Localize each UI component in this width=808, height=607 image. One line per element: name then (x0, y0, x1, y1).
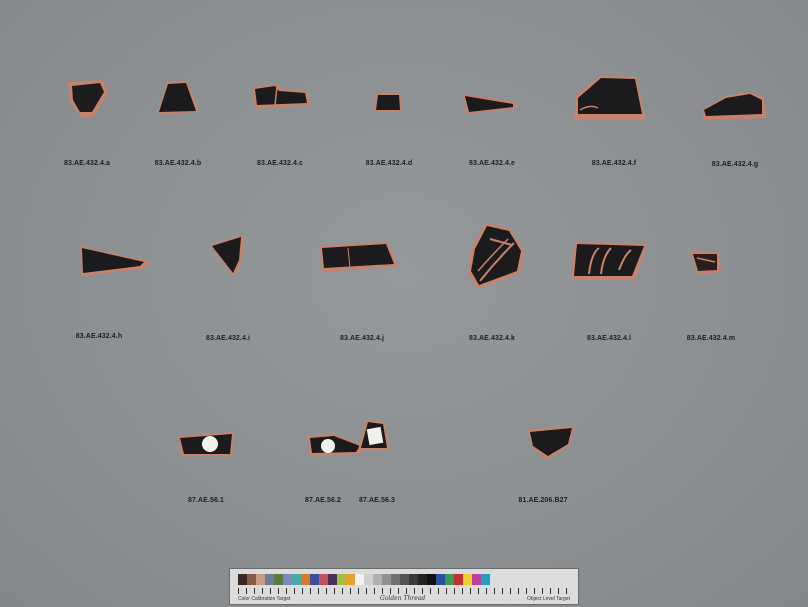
color-swatch (301, 574, 310, 585)
color-swatch (409, 574, 418, 585)
label-h: 83.AE.432.4.h (75, 333, 123, 340)
sticker-icon (202, 436, 218, 452)
fragment-c (253, 84, 311, 109)
color-swatch (346, 574, 355, 585)
fragment-87-3 (358, 420, 390, 450)
tag-icon (366, 426, 384, 446)
color-calibration-bar: Color Calibration Target Golden Thread O… (229, 568, 579, 605)
color-swatch (319, 574, 328, 585)
color-swatch (265, 574, 274, 585)
color-swatch (247, 574, 256, 585)
color-swatch (310, 574, 319, 585)
calibration-right-text: Object Level Target (527, 596, 570, 602)
fragment-b27 (528, 426, 574, 460)
fragment-b (157, 81, 199, 114)
color-swatch (364, 574, 373, 585)
label-m: 83.AE.432.4.m (686, 335, 736, 342)
label-a: 83.AE.432.4.a (63, 160, 111, 167)
color-swatch (454, 574, 463, 585)
color-swatch (328, 574, 337, 585)
label-g: 83.AE.432.4.g (711, 161, 759, 168)
fragment-g (702, 92, 766, 120)
label-87-3: 87.AE.56.3 (358, 497, 396, 504)
color-swatch (283, 574, 292, 585)
color-swatch (400, 574, 409, 585)
label-87-1: 87.AE.56.1 (187, 497, 225, 504)
label-i: 83.AE.432.4.i (205, 335, 251, 342)
fragment-h (80, 246, 150, 276)
color-swatches (238, 574, 490, 585)
label-c: 83.AE.432.4.c (256, 160, 304, 167)
color-swatch (274, 574, 283, 585)
label-87-2: 87.AE.56.2 (304, 497, 342, 504)
color-swatch (472, 574, 481, 585)
color-swatch (418, 574, 427, 585)
color-swatch (391, 574, 400, 585)
label-b: 83.AE.432.4.b (154, 160, 202, 167)
fragment-a (68, 80, 108, 118)
scale-ruler (238, 588, 570, 594)
fragment-f (574, 76, 646, 120)
color-swatch (238, 574, 247, 585)
fragment-m (691, 252, 721, 274)
color-swatch (427, 574, 436, 585)
label-d: 83.AE.432.4.d (365, 160, 413, 167)
color-swatch (463, 574, 472, 585)
label-j: 83.AE.432.4.j (339, 335, 385, 342)
label-f: 83.AE.432.4.f (591, 160, 637, 167)
color-swatch (292, 574, 301, 585)
label-b27: 81.AE.206.B27 (518, 497, 568, 504)
calibration-maker-text: Golden Thread (380, 595, 426, 602)
color-swatch (481, 574, 490, 585)
calibration-left-text: Color Calibration Target (238, 596, 291, 602)
color-swatch (382, 574, 391, 585)
sticker-icon (321, 439, 335, 453)
color-swatch (337, 574, 346, 585)
fragment-l (571, 242, 647, 280)
label-k: 83.AE.432.4.k (468, 335, 516, 342)
fragment-87-1 (178, 432, 234, 456)
fragment-k (468, 223, 524, 289)
label-l: 83.AE.432.4.l (586, 335, 632, 342)
color-swatch (355, 574, 364, 585)
fragment-d (374, 93, 402, 112)
color-swatch (256, 574, 265, 585)
color-swatch (445, 574, 454, 585)
photo-backdrop: 83.AE.432.4.a 83.AE.432.4.b 83.AE.432.4.… (0, 0, 808, 607)
color-swatch (436, 574, 445, 585)
fragment-e (463, 94, 517, 114)
label-e: 83.AE.432.4.e (468, 160, 516, 167)
color-swatch (373, 574, 382, 585)
fragment-i (210, 235, 244, 277)
fragment-j (320, 242, 398, 272)
